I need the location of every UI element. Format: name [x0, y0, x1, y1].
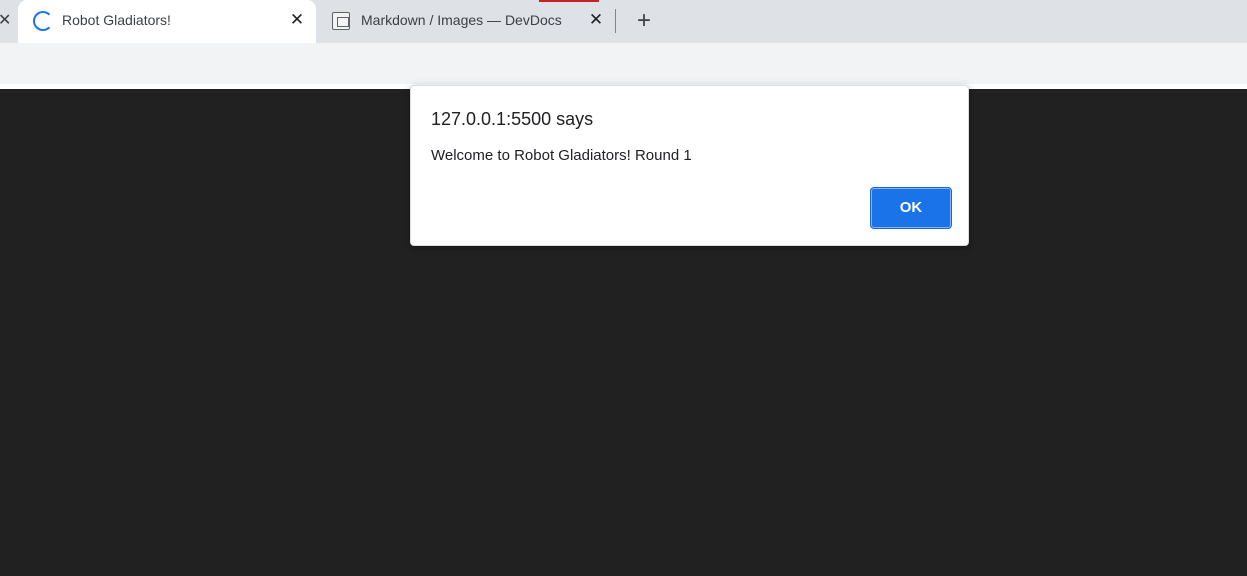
loading-spinner-icon [33, 11, 53, 31]
alert-dialog: 127.0.0.1:5500 says Welcome to Robot Gla… [410, 85, 969, 246]
dialog-message: Welcome to Robot Gladiators! Round 1 [431, 147, 692, 164]
tab-strip: ✕ Robot Gladiators! ✕ Markdown / Images … [0, 0, 1247, 43]
browser-toolbar [0, 43, 1247, 84]
tab-robot-gladiators[interactable]: Robot Gladiators! ✕ [18, 0, 316, 43]
close-icon[interactable]: ✕ [0, 12, 11, 30]
tab-separator [615, 9, 616, 33]
close-icon[interactable]: ✕ [585, 9, 607, 31]
recording-indicator [539, 0, 599, 2]
tab-markdown-images[interactable]: Markdown / Images — DevDocs ✕ [318, 0, 614, 43]
devdocs-icon [332, 12, 350, 30]
ok-button[interactable]: OK [870, 187, 952, 229]
dialog-title: 127.0.0.1:5500 says [431, 109, 594, 129]
close-icon[interactable]: ✕ [286, 9, 308, 31]
new-tab-button[interactable]: + [631, 8, 657, 34]
tab-title: Robot Gladiators! [62, 12, 171, 28]
tab-title: Markdown / Images — DevDocs [361, 12, 562, 28]
